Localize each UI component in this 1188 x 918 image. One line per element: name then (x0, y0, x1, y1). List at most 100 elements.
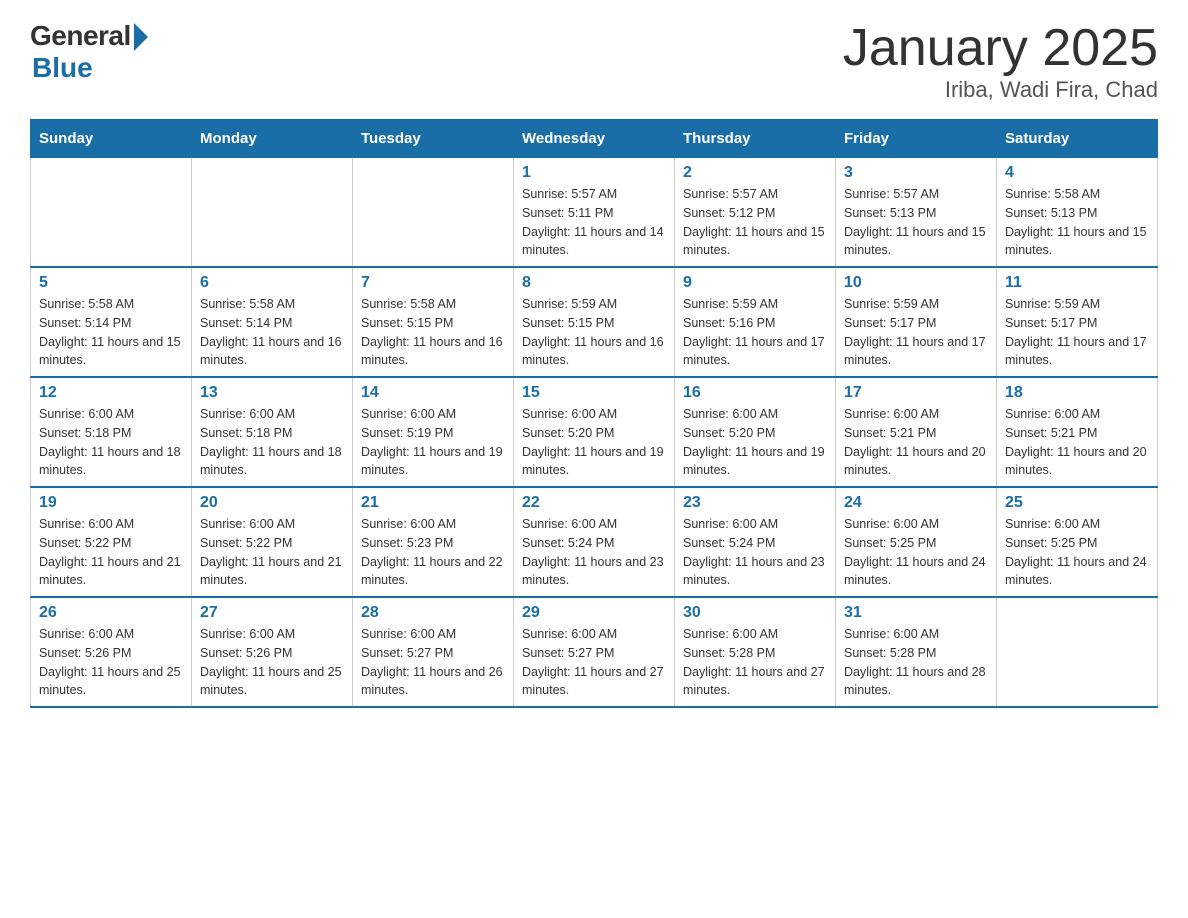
calendar-cell: 6Sunrise: 5:58 AMSunset: 5:14 PMDaylight… (192, 267, 353, 377)
calendar-cell: 8Sunrise: 5:59 AMSunset: 5:15 PMDaylight… (514, 267, 675, 377)
calendar-cell: 13 Sunrise: 6:00 AMSunset: 5:18 PMDayligh… (192, 377, 353, 487)
calendar-cell: 7 Sunrise: 5:58 AMSunset: 5:15 PMDaylight… (353, 267, 514, 377)
page-header: General Blue January 2025 Iriba, Wadi Fi… (30, 20, 1158, 103)
calendar-cell: 3Sunrise: 5:57 AMSunset: 5:13 PMDaylight… (836, 158, 997, 268)
day-info: Sunrise: 6:00 AMSunset: 5:24 PMDaylight:… (522, 515, 666, 590)
calendar-cell: 1Sunrise: 5:57 AMSunset: 5:11 PMDaylight… (514, 158, 675, 268)
header-row: SundayMondayTuesdayWednesdayThursdayFrid… (31, 120, 1158, 158)
day-number: 29 (522, 604, 666, 622)
day-info: Sunrise: 6:00 AMSunset: 5:27 PMDaylight:… (361, 625, 505, 700)
calendar-cell: 17Sunrise: 6:00 AMSunset: 5:21 PMDayligh… (836, 377, 997, 487)
calendar-cell: 31Sunrise: 6:00 AMSunset: 5:28 PMDayligh… (836, 597, 997, 707)
day-info: Sunrise: 5:59 AMSunset: 5:16 PMDaylight:… (683, 295, 827, 370)
day-number: 6 (200, 274, 344, 292)
day-number: 19 (39, 494, 183, 512)
day-info: Sunrise: 5:59 AMSunset: 5:15 PMDaylight:… (522, 295, 666, 370)
header-day-tuesday: Tuesday (353, 120, 514, 158)
calendar-cell: 12 Sunrise: 6:00 AMSunset: 5:18 PMDayligh… (31, 377, 192, 487)
calendar-cell: 19 Sunrise: 6:00 AMSunset: 5:22 PMDayligh… (31, 487, 192, 597)
day-number: 18 (1005, 384, 1149, 402)
day-info: Sunrise: 5:57 AMSunset: 5:13 PMDaylight:… (844, 185, 988, 260)
header-day-saturday: Saturday (997, 120, 1158, 158)
calendar-table: SundayMondayTuesdayWednesdayThursdayFrid… (30, 119, 1158, 708)
day-info: Sunrise: 5:58 AMSunset: 5:13 PMDaylight:… (1005, 185, 1149, 260)
day-info: Sunrise: 6:00 AMSunset: 5:25 PMDaylight:… (844, 515, 988, 590)
calendar-week-1: 1Sunrise: 5:57 AMSunset: 5:11 PMDaylight… (31, 158, 1158, 268)
calendar-cell: 21 Sunrise: 6:00 AMSunset: 5:23 PMDayligh… (353, 487, 514, 597)
calendar-header: SundayMondayTuesdayWednesdayThursdayFrid… (31, 120, 1158, 158)
day-info: Sunrise: 6:00 AMSunset: 5:21 PMDaylight:… (844, 405, 988, 480)
calendar-cell: 5 Sunrise: 5:58 AMSunset: 5:14 PMDaylight… (31, 267, 192, 377)
day-info: Sunrise: 5:58 AMSunset: 5:14 PMDaylight:… (39, 295, 183, 370)
calendar-cell: 28 Sunrise: 6:00 AMSunset: 5:27 PMDayligh… (353, 597, 514, 707)
calendar-cell: 14 Sunrise: 6:00 AMSunset: 5:19 PMDayligh… (353, 377, 514, 487)
day-info: Sunrise: 6:00 AMSunset: 5:26 PMDaylight:… (200, 625, 344, 700)
calendar-cell: 10 Sunrise: 5:59 AMSunset: 5:17 PMDayligh… (836, 267, 997, 377)
day-info: Sunrise: 5:57 AMSunset: 5:12 PMDaylight:… (683, 185, 827, 260)
day-number: 9 (683, 274, 827, 292)
logo: General Blue (30, 20, 148, 84)
calendar-cell (997, 597, 1158, 707)
calendar-subtitle: Iriba, Wadi Fira, Chad (843, 77, 1158, 103)
calendar-cell: 15Sunrise: 6:00 AMSunset: 5:20 PMDayligh… (514, 377, 675, 487)
calendar-cell: 27 Sunrise: 6:00 AMSunset: 5:26 PMDayligh… (192, 597, 353, 707)
title-block: January 2025 Iriba, Wadi Fira, Chad (843, 20, 1158, 103)
calendar-cell: 18 Sunrise: 6:00 AMSunset: 5:21 PMDayligh… (997, 377, 1158, 487)
day-info: Sunrise: 6:00 AMSunset: 5:18 PMDaylight:… (39, 405, 183, 480)
calendar-cell: 24 Sunrise: 6:00 AMSunset: 5:25 PMDayligh… (836, 487, 997, 597)
day-info: Sunrise: 6:00 AMSunset: 5:23 PMDaylight:… (361, 515, 505, 590)
day-number: 16 (683, 384, 827, 402)
calendar-cell (353, 158, 514, 268)
calendar-week-3: 12 Sunrise: 6:00 AMSunset: 5:18 PMDayligh… (31, 377, 1158, 487)
day-number: 10 (844, 274, 988, 292)
day-info: Sunrise: 6:00 AMSunset: 5:24 PMDaylight:… (683, 515, 827, 590)
logo-general-text: General (30, 20, 131, 52)
day-info: Sunrise: 5:58 AMSunset: 5:15 PMDaylight:… (361, 295, 505, 370)
calendar-cell: 23 Sunrise: 6:00 AMSunset: 5:24 PMDayligh… (675, 487, 836, 597)
day-number: 7 (361, 274, 505, 292)
logo-blue-text: Blue (32, 52, 93, 84)
calendar-cell: 22 Sunrise: 6:00 AMSunset: 5:24 PMDayligh… (514, 487, 675, 597)
calendar-title: January 2025 (843, 20, 1158, 77)
day-number: 14 (361, 384, 505, 402)
calendar-cell: 2 Sunrise: 5:57 AMSunset: 5:12 PMDaylight… (675, 158, 836, 268)
day-info: Sunrise: 6:00 AMSunset: 5:20 PMDaylight:… (522, 405, 666, 480)
day-number: 20 (200, 494, 344, 512)
day-number: 28 (361, 604, 505, 622)
day-info: Sunrise: 6:00 AMSunset: 5:18 PMDaylight:… (200, 405, 344, 480)
day-number: 12 (39, 384, 183, 402)
calendar-cell (31, 158, 192, 268)
day-info: Sunrise: 6:00 AMSunset: 5:26 PMDaylight:… (39, 625, 183, 700)
day-number: 22 (522, 494, 666, 512)
header-day-thursday: Thursday (675, 120, 836, 158)
calendar-cell: 30Sunrise: 6:00 AMSunset: 5:28 PMDayligh… (675, 597, 836, 707)
day-number: 27 (200, 604, 344, 622)
day-number: 2 (683, 164, 827, 182)
day-info: Sunrise: 6:00 AMSunset: 5:22 PMDaylight:… (200, 515, 344, 590)
header-day-wednesday: Wednesday (514, 120, 675, 158)
day-info: Sunrise: 6:00 AMSunset: 5:19 PMDaylight:… (361, 405, 505, 480)
day-number: 23 (683, 494, 827, 512)
calendar-cell: 20 Sunrise: 6:00 AMSunset: 5:22 PMDayligh… (192, 487, 353, 597)
day-info: Sunrise: 6:00 AMSunset: 5:21 PMDaylight:… (1005, 405, 1149, 480)
calendar-body: 1Sunrise: 5:57 AMSunset: 5:11 PMDaylight… (31, 158, 1158, 708)
day-number: 5 (39, 274, 183, 292)
day-number: 25 (1005, 494, 1149, 512)
calendar-cell: 25Sunrise: 6:00 AMSunset: 5:25 PMDayligh… (997, 487, 1158, 597)
day-info: Sunrise: 6:00 AMSunset: 5:28 PMDaylight:… (844, 625, 988, 700)
header-day-sunday: Sunday (31, 120, 192, 158)
day-info: Sunrise: 6:00 AMSunset: 5:22 PMDaylight:… (39, 515, 183, 590)
day-number: 24 (844, 494, 988, 512)
calendar-cell: 4 Sunrise: 5:58 AMSunset: 5:13 PMDaylight… (997, 158, 1158, 268)
day-info: Sunrise: 5:59 AMSunset: 5:17 PMDaylight:… (844, 295, 988, 370)
calendar-cell: 9 Sunrise: 5:59 AMSunset: 5:16 PMDaylight… (675, 267, 836, 377)
calendar-cell (192, 158, 353, 268)
day-number: 21 (361, 494, 505, 512)
day-number: 13 (200, 384, 344, 402)
calendar-cell: 11Sunrise: 5:59 AMSunset: 5:17 PMDayligh… (997, 267, 1158, 377)
header-day-monday: Monday (192, 120, 353, 158)
day-number: 30 (683, 604, 827, 622)
day-number: 4 (1005, 164, 1149, 182)
day-info: Sunrise: 5:57 AMSunset: 5:11 PMDaylight:… (522, 185, 666, 260)
logo-arrow-icon (134, 23, 148, 51)
